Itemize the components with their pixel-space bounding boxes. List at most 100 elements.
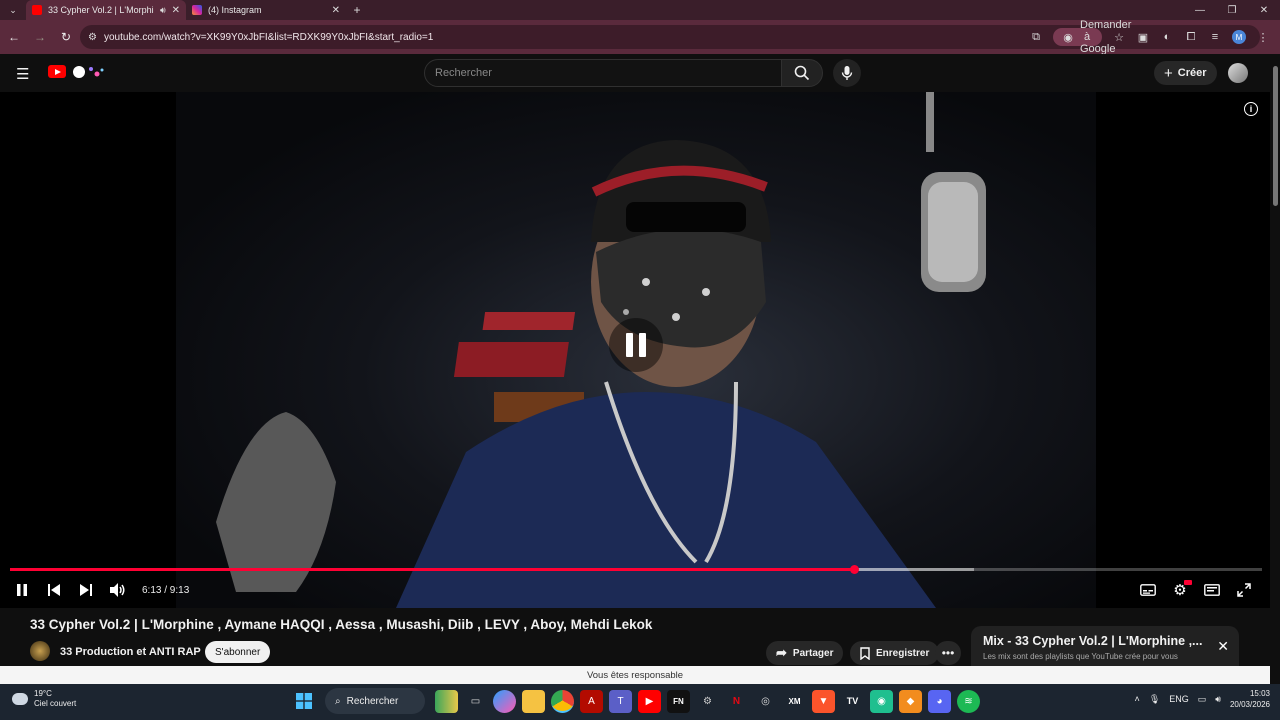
video-player[interactable]: i 6:13 / 9:13 ⚙ (0, 92, 1270, 608)
mix-title[interactable]: Mix - 33 Cypher Vol.2 | L'Morphine ,... (983, 634, 1205, 648)
steam-icon[interactable]: ⚙ (696, 690, 719, 713)
subtitles-button[interactable] (1132, 576, 1164, 604)
player-controls-right: ⚙ (1132, 576, 1260, 604)
account-avatar[interactable] (1228, 63, 1248, 83)
tray-expand-icon[interactable]: ˄ (1135, 694, 1140, 704)
weather-widget[interactable]: 19°C Ciel couvert (12, 689, 76, 709)
chrome-icon[interactable] (551, 689, 574, 713)
create-label: Créer (1177, 67, 1207, 79)
clock-date: 20/03/2026 (1229, 700, 1270, 709)
back-icon[interactable]: ← (2, 25, 26, 49)
speaker-tray-icon[interactable]: 🔊︎ (1215, 694, 1221, 705)
volume-button[interactable] (102, 576, 134, 604)
fullscreen-button[interactable] (1228, 576, 1260, 604)
window-controls: — ❐ ✕ (1184, 0, 1280, 20)
ask-google-label: Demander à Google (1080, 19, 1132, 55)
close-tab-icon[interactable]: ✕ (172, 5, 180, 16)
pause-overlay-icon[interactable] (609, 318, 663, 372)
settings-button[interactable]: ⚙ (1164, 576, 1196, 604)
teams-icon[interactable]: T (609, 689, 632, 713)
copilot-icon[interactable] (493, 689, 516, 713)
file-explorer-icon[interactable] (522, 689, 545, 713)
reload-icon[interactable]: ↻ (54, 25, 78, 49)
spotify-icon[interactable]: ≋ (957, 689, 980, 713)
save-button[interactable]: Enregistrer (850, 641, 940, 665)
more-actions-button[interactable]: ••• (935, 641, 961, 665)
search-button[interactable] (781, 59, 823, 87)
reading-list-icon[interactable]: ≡ (1208, 31, 1222, 43)
youtube-logo-icon[interactable] (48, 65, 66, 78)
miniplayer-button[interactable] (1196, 576, 1228, 604)
ask-google-button[interactable]: ◉ Demander à Google (1053, 19, 1131, 55)
site-info-icon[interactable]: ⚙ (88, 32, 104, 43)
search-icon: ⌕ (335, 695, 341, 707)
language-indicator[interactable]: ENG (1169, 694, 1189, 704)
bookmark-star-icon[interactable]: ☆ (1112, 31, 1126, 44)
instagram-favicon-icon (192, 5, 202, 15)
close-tab-icon[interactable]: ✕ (332, 5, 340, 16)
search-icon (794, 65, 810, 81)
extensions-puzzle-icon[interactable]: ⧠ (1184, 31, 1198, 44)
speaker-icon[interactable]: 🔊︎ (160, 5, 166, 16)
play-pause-button[interactable] (6, 576, 38, 604)
close-icon[interactable]: ✕ (1217, 638, 1229, 655)
forward-icon[interactable]: → (28, 25, 52, 49)
restore-icon[interactable]: ❐ (1216, 0, 1248, 20)
progress-scrubber-handle[interactable] (849, 565, 859, 574)
weather-desc: Ciel couvert (34, 699, 77, 708)
brave-icon[interactable]: ▼ (812, 689, 835, 713)
previous-button[interactable] (38, 576, 70, 604)
fl-studio-icon[interactable]: ◆ (899, 689, 922, 713)
taskbar-search[interactable]: ⌕ Rechercher (325, 688, 425, 714)
share-button[interactable]: ➦ Partager (766, 641, 844, 665)
voice-search-button[interactable] (833, 59, 861, 87)
channel-avatar[interactable] (30, 641, 50, 661)
tab-youtube[interactable]: 33 Cypher Vol.2 | L'Morphine 🔊︎ ✕ (26, 0, 186, 20)
scrollbar-thumb[interactable] (1273, 66, 1278, 206)
browser-tab-bar: ⌄ 33 Cypher Vol.2 | L'Morphine 🔊︎ ✕ (4) … (0, 0, 1280, 20)
tradingview-icon[interactable]: TV (841, 690, 864, 713)
task-view-icon[interactable]: ▭ (464, 690, 487, 713)
minimize-icon[interactable]: — (1184, 0, 1216, 20)
menu-icon[interactable]: ☰ (16, 65, 29, 83)
taskbar-search-label: Rechercher (346, 695, 399, 707)
youtube-app-icon[interactable]: ▶ (638, 689, 661, 713)
app-icon-green[interactable]: ◉ (870, 689, 893, 713)
extension-icon[interactable]: ▣ (1136, 31, 1150, 44)
info-icon[interactable]: i (1244, 102, 1258, 116)
app-icon-red-badge[interactable]: ◎ (754, 690, 777, 713)
microphone-tray-icon[interactable]: 🎙︎ (1149, 694, 1160, 705)
extension-icon-2[interactable]: ◐ (1160, 31, 1174, 43)
next-button[interactable] (70, 576, 102, 604)
mix-playlist-panel[interactable]: Mix - 33 Cypher Vol.2 | L'Morphine ,... … (971, 626, 1239, 668)
responsible-banner: Vous êtes responsable (0, 666, 1270, 684)
install-app-icon[interactable]: ⧉ (1029, 31, 1043, 44)
microphone-icon (841, 66, 853, 80)
mix-subtitle: Les mix sont des playlists que YouTube c… (983, 652, 1178, 661)
create-button[interactable]: + Créer (1154, 61, 1217, 85)
discord-icon[interactable]: ◕ (928, 689, 951, 713)
acrobat-icon[interactable]: A (580, 689, 603, 713)
clock[interactable]: 15:03 20/03/2026 (1230, 688, 1270, 710)
youtube-doodle-icon[interactable] (70, 63, 106, 81)
more-horizontal-icon: ••• (941, 646, 955, 660)
tab-instagram[interactable]: (4) Instagram ✕ (186, 0, 346, 20)
tab-search-icon[interactable]: ⌄ (0, 0, 26, 20)
volume-icon (110, 583, 125, 597)
subscribe-button[interactable]: S'abonner (205, 641, 271, 663)
display-icon[interactable]: ▭ (1198, 694, 1207, 705)
windows-start-icon[interactable] (292, 690, 315, 713)
browser-menu-icon[interactable]: ⋮ (1256, 31, 1270, 44)
search-input[interactable]: Rechercher (424, 59, 782, 87)
widgets-icon[interactable] (435, 689, 458, 713)
new-tab-button[interactable]: + (346, 3, 368, 17)
channel-name[interactable]: 33 Production et ANTI RAP (60, 646, 201, 658)
profile-avatar[interactable]: M (1232, 30, 1246, 44)
player-controls: 6:13 / 9:13 ⚙ (0, 576, 1270, 604)
netflix-icon[interactable]: N (725, 690, 748, 713)
xm-app-icon[interactable]: XM (783, 690, 806, 713)
close-window-icon[interactable]: ✕ (1248, 0, 1280, 20)
fn-app-icon[interactable]: FN (667, 689, 690, 713)
page-scrollbar[interactable] (1270, 54, 1280, 684)
progress-bar[interactable] (10, 565, 1262, 574)
